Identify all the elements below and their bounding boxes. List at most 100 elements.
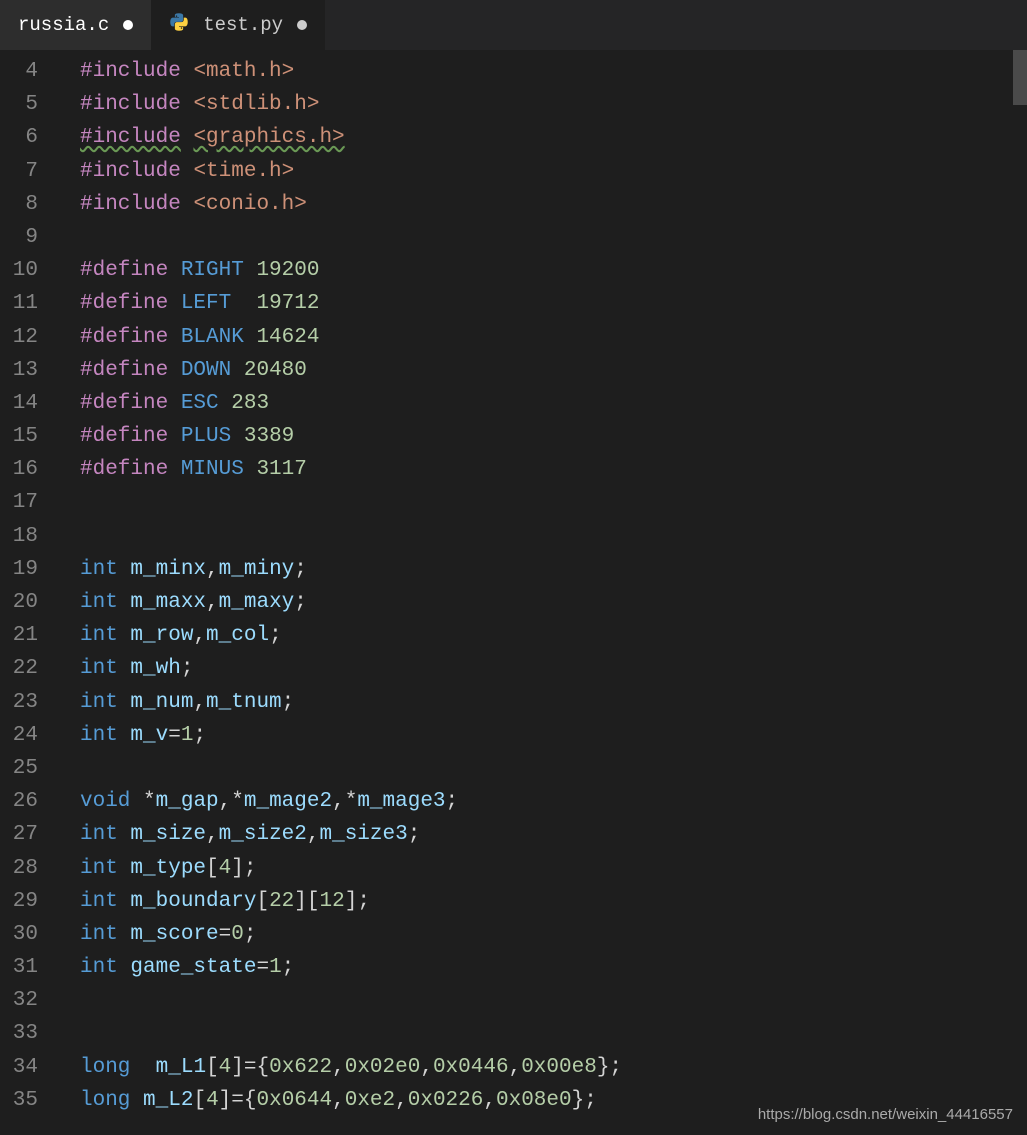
- code-line[interactable]: int m_boundary[22][12];: [80, 885, 1027, 918]
- token: #define: [80, 326, 168, 349]
- code-line[interactable]: #include <stdlib.h>: [80, 88, 1027, 121]
- line-number: 12: [0, 321, 60, 354]
- code-line[interactable]: int m_num,m_tnum;: [80, 686, 1027, 719]
- code-line[interactable]: int m_minx,m_miny;: [80, 553, 1027, 586]
- code-editor[interactable]: 4567891011121314151617181920212223242526…: [0, 50, 1027, 1135]
- code-line[interactable]: [80, 984, 1027, 1017]
- code-line[interactable]: int m_size,m_size2,m_size3;: [80, 818, 1027, 851]
- token: [168, 292, 181, 315]
- token: ]={: [219, 1089, 257, 1112]
- code-line[interactable]: #define RIGHT 19200: [80, 254, 1027, 287]
- token: m_v: [130, 724, 168, 747]
- token: 0x622: [269, 1056, 332, 1079]
- token: [231, 425, 244, 448]
- token: [231, 292, 256, 315]
- token: <stdlib.h>: [193, 93, 319, 116]
- token: m_type: [130, 857, 206, 880]
- code-line[interactable]: #include <math.h>: [80, 55, 1027, 88]
- token: 4: [219, 857, 232, 880]
- code-line[interactable]: #define ESC 283: [80, 387, 1027, 420]
- code-line[interactable]: #define DOWN 20480: [80, 354, 1027, 387]
- token: =: [219, 923, 232, 946]
- code-line[interactable]: int m_v=1;: [80, 719, 1027, 752]
- token: m_row: [130, 624, 193, 647]
- token: [168, 392, 181, 415]
- token: ];: [345, 890, 370, 913]
- token: 12: [320, 890, 345, 913]
- token: ,*: [219, 790, 244, 813]
- code-line[interactable]: #include <graphics.h>: [80, 121, 1027, 154]
- code-line[interactable]: #define MINUS 3117: [80, 453, 1027, 486]
- token: [118, 724, 131, 747]
- token: [181, 193, 194, 216]
- token: game_state: [130, 956, 256, 979]
- token: int: [80, 624, 118, 647]
- code-line[interactable]: #define BLANK 14624: [80, 321, 1027, 354]
- token: m_num: [130, 691, 193, 714]
- code-line[interactable]: int m_score=0;: [80, 918, 1027, 951]
- token: #include: [80, 60, 181, 83]
- code-line[interactable]: [80, 520, 1027, 553]
- line-number: 35: [0, 1084, 60, 1117]
- token: m_gap: [156, 790, 219, 813]
- python-icon: [169, 12, 189, 38]
- token: #define: [80, 292, 168, 315]
- token: int: [80, 823, 118, 846]
- code-area[interactable]: #include <math.h>#include <stdlib.h>#inc…: [60, 50, 1027, 1135]
- token: 14624: [256, 326, 319, 349]
- token: int: [80, 558, 118, 581]
- token: [168, 259, 181, 282]
- token: PLUS: [181, 425, 231, 448]
- dirty-dot-icon: [123, 20, 133, 30]
- line-number: 4: [0, 55, 60, 88]
- line-number: 29: [0, 885, 60, 918]
- line-number: 22: [0, 652, 60, 685]
- code-line[interactable]: int m_wh;: [80, 652, 1027, 685]
- code-line[interactable]: [80, 1017, 1027, 1050]
- token: ,: [420, 1056, 433, 1079]
- token: m_miny: [219, 558, 295, 581]
- token: int: [80, 857, 118, 880]
- token: ;: [282, 691, 295, 714]
- token: [130, 1089, 143, 1112]
- token: [118, 823, 131, 846]
- code-line[interactable]: int m_type[4];: [80, 852, 1027, 885]
- token: 4: [219, 1056, 232, 1079]
- token: #include: [80, 126, 181, 149]
- token: [118, 691, 131, 714]
- code-line[interactable]: [80, 752, 1027, 785]
- token: m_col: [206, 624, 269, 647]
- code-line[interactable]: #include <conio.h>: [80, 188, 1027, 221]
- token: [168, 359, 181, 382]
- code-line[interactable]: #include <time.h>: [80, 155, 1027, 188]
- line-number: 6: [0, 121, 60, 154]
- token: 0x0446: [433, 1056, 509, 1079]
- code-line[interactable]: #define LEFT 19712: [80, 287, 1027, 320]
- token: m_L2: [143, 1089, 193, 1112]
- token: 1: [181, 724, 194, 747]
- code-line[interactable]: int m_maxx,m_maxy;: [80, 586, 1027, 619]
- watermark-text: https://blog.csdn.net/weixin_44416557: [758, 1106, 1013, 1123]
- code-line[interactable]: [80, 221, 1027, 254]
- token: ;: [294, 558, 307, 581]
- token: ;: [408, 823, 421, 846]
- token: *: [130, 790, 155, 813]
- code-line[interactable]: int m_row,m_col;: [80, 619, 1027, 652]
- code-line[interactable]: void *m_gap,*m_mage2,*m_mage3;: [80, 785, 1027, 818]
- token: long: [80, 1056, 130, 1079]
- line-number: 5: [0, 88, 60, 121]
- line-number: 24: [0, 719, 60, 752]
- code-line[interactable]: int game_state=1;: [80, 951, 1027, 984]
- line-number: 10: [0, 254, 60, 287]
- token: m_tnum: [206, 691, 282, 714]
- vertical-scrollbar[interactable]: [1013, 50, 1027, 105]
- token: 19712: [256, 292, 319, 315]
- code-line[interactable]: #define PLUS 3389: [80, 420, 1027, 453]
- tab-test-py[interactable]: test.py: [151, 0, 325, 50]
- code-line[interactable]: long m_L1[4]={0x622,0x02e0,0x0446,0x00e8…: [80, 1051, 1027, 1084]
- token: int: [80, 890, 118, 913]
- token: #define: [80, 259, 168, 282]
- code-line[interactable]: [80, 486, 1027, 519]
- tab-russia-c[interactable]: russia.c: [0, 0, 151, 50]
- token: [118, 956, 131, 979]
